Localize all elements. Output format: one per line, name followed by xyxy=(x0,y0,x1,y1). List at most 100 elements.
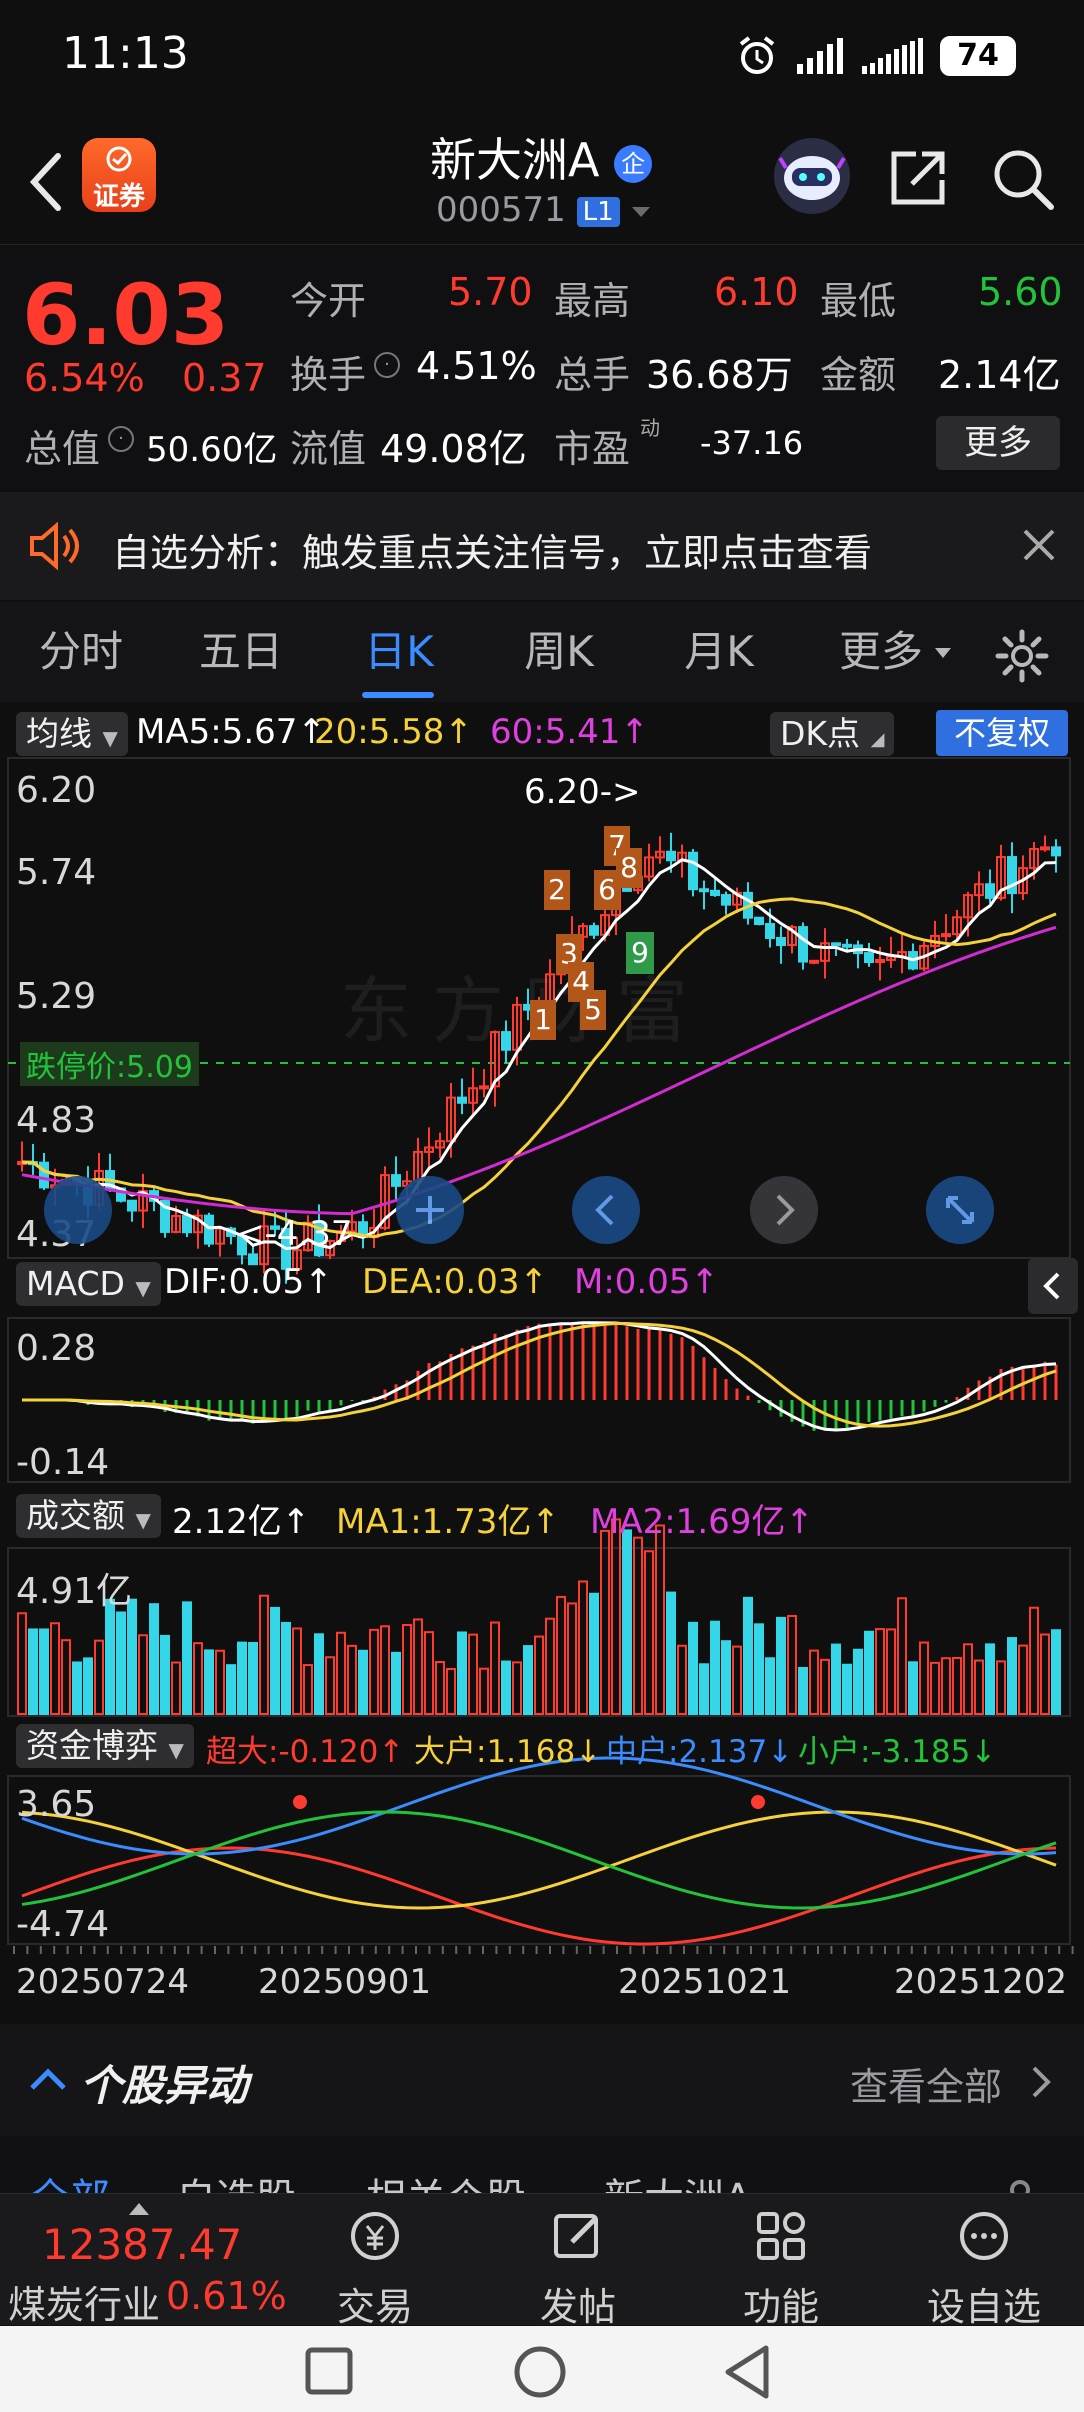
scroll-left-button[interactable] xyxy=(572,1176,640,1244)
date-label: 20250901 xyxy=(258,1962,432,2002)
trade-button[interactable]: 交易 xyxy=(300,2194,450,2329)
home-icon[interactable] xyxy=(512,2344,568,2400)
post-button[interactable]: 发帖 xyxy=(503,2194,653,2329)
back-icon[interactable] xyxy=(24,150,68,214)
volume-bar xyxy=(853,1648,863,1715)
back-nav-icon[interactable] xyxy=(722,2344,772,2400)
scroll-right-button[interactable] xyxy=(750,1176,818,1244)
collapse-panel-button[interactable] xyxy=(1028,1258,1078,1314)
fullscreen-button[interactable] xyxy=(926,1176,994,1244)
movement-tab-watchlist[interactable]: 自选股 xyxy=(176,2166,296,2193)
volume-bar xyxy=(1051,1629,1061,1716)
volume-bar xyxy=(831,1643,841,1716)
price-axis-label: 4.83 xyxy=(16,1100,97,1141)
function-button[interactable]: 功能 xyxy=(706,2194,856,2329)
tab-monthly-k[interactable]: 月K xyxy=(664,602,774,702)
volume-bar xyxy=(930,1661,940,1716)
robot-assistant-icon[interactable] xyxy=(774,138,850,214)
dk-point-label: DK点 xyxy=(780,714,861,753)
view-all-link[interactable]: 查看全部 xyxy=(850,2056,1002,2111)
movement-tab-all[interactable]: 全部 xyxy=(30,2166,110,2193)
enterprise-badge: 企 xyxy=(614,144,653,183)
macd-dropdown[interactable]: MACD ▼ xyxy=(16,1262,161,1306)
candle-body xyxy=(127,1199,137,1212)
volume-bar xyxy=(886,1628,896,1715)
quote-panel: 6.03 6.54% 0.37 今开 5.70 最高 6.10 最低 5.60 … xyxy=(0,246,1084,490)
speaker-icon xyxy=(30,521,79,571)
candle-body xyxy=(765,923,775,940)
ma20-label: 20:5.58↑ xyxy=(314,712,473,752)
sector-name[interactable]: 煤炭行业 xyxy=(8,2274,160,2329)
volume-bar xyxy=(677,1644,687,1716)
volume-bar xyxy=(1018,1644,1028,1715)
mcap-value: 50.60亿 xyxy=(146,430,278,470)
dk-point-button[interactable]: DK点 ◢ xyxy=(770,712,895,756)
level-badge: L1 xyxy=(576,196,620,227)
chevron-right-icon xyxy=(1032,2066,1051,2098)
volume-bar xyxy=(809,1649,819,1716)
candle-body xyxy=(842,943,852,948)
gear-icon[interactable] xyxy=(998,2168,1042,2193)
candle-body xyxy=(941,933,951,938)
volume-bar xyxy=(50,1622,60,1716)
chevron-up-icon[interactable] xyxy=(28,2064,68,2094)
broker-logo[interactable]: 证券 xyxy=(82,138,156,212)
battery-icon: 74 xyxy=(940,36,1016,76)
volume-bar xyxy=(952,1656,962,1715)
volume-bar xyxy=(864,1630,874,1715)
tab-more[interactable]: 更多 xyxy=(826,602,936,702)
volume-bar xyxy=(314,1633,324,1715)
analysis-banner[interactable]: 自选分析：触发重点关注信号，立即点击查看 xyxy=(0,492,1084,600)
stock-code-row[interactable]: 000571 L1 xyxy=(436,190,652,230)
top-bar: 证券 新大洲A 企 000571 L1 xyxy=(0,110,1084,245)
add-watchlist-button[interactable]: 设自选 xyxy=(909,2194,1059,2329)
tab-intraday[interactable]: 分时 xyxy=(26,602,136,702)
volume-bar xyxy=(226,1664,236,1715)
more-button[interactable]: 更多 xyxy=(936,416,1060,470)
volume-bar xyxy=(237,1641,247,1715)
candle-body xyxy=(985,883,995,899)
info-icon[interactable]: · xyxy=(374,352,400,378)
recent-apps-icon[interactable] xyxy=(304,2346,354,2396)
kline-chart-area[interactable] xyxy=(0,702,1084,2022)
volume-bar xyxy=(1029,1606,1039,1716)
sector-index-value[interactable]: 12387.47 xyxy=(42,2220,242,2269)
volume-bar xyxy=(589,1592,599,1716)
volume-bar xyxy=(116,1611,126,1716)
indicator-dropdown-label: 均线 xyxy=(26,714,92,753)
volume-bar xyxy=(996,1660,1006,1716)
gear-icon[interactable] xyxy=(994,628,1050,684)
volume-dropdown[interactable]: 成交额 ▼ xyxy=(16,1494,161,1538)
volume-bar xyxy=(171,1661,181,1716)
fund-dropdown[interactable]: 资金博弈 ▼ xyxy=(16,1724,194,1768)
tab-daily-k[interactable]: 日K xyxy=(344,602,454,702)
broker-logo-icon xyxy=(106,146,132,172)
info-icon[interactable]: · xyxy=(108,426,134,452)
stock-name: 新大洲A xyxy=(430,133,600,187)
close-icon[interactable] xyxy=(1022,528,1056,562)
system-nav-bar xyxy=(0,2326,1084,2412)
sequence-badge: 9 xyxy=(626,932,654,974)
signal-icon xyxy=(797,38,843,74)
chevron-left-icon xyxy=(595,1194,614,1226)
share-icon[interactable] xyxy=(886,146,950,210)
movement-tab-related[interactable]: 相关个股 xyxy=(366,2166,526,2193)
movement-tab-stock[interactable]: 新大洲A xyxy=(604,2166,751,2193)
movement-title: 个股异动 xyxy=(80,2061,249,2110)
tab-five-day[interactable]: 五日 xyxy=(186,602,296,702)
search-icon[interactable] xyxy=(990,146,1056,212)
tab-weekly-k[interactable]: 周K xyxy=(504,602,614,702)
add-watchlist-label: 设自选 xyxy=(926,2285,1041,2329)
volume-bar xyxy=(149,1603,159,1715)
volume-bar xyxy=(776,1616,786,1716)
banner-text: 自选分析：触发重点关注信号，立即点击查看 xyxy=(112,531,873,575)
adjust-button[interactable]: 不复权 xyxy=(936,710,1068,756)
triangle-up-icon xyxy=(129,2203,149,2215)
ma60-label: 60:5.41↑ xyxy=(490,712,649,752)
volume-bar xyxy=(270,1606,280,1715)
indicator-dropdown[interactable]: 均线 ▼ xyxy=(16,712,128,756)
high-label: 最高 xyxy=(554,279,631,323)
zoom-out-button[interactable] xyxy=(44,1176,112,1244)
zoom-in-button[interactable] xyxy=(396,1176,464,1244)
volume-bar xyxy=(479,1667,489,1715)
